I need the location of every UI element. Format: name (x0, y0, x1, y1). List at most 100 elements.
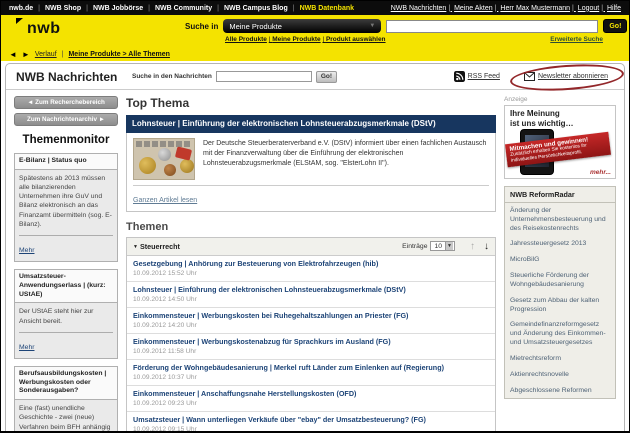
top-link-nwb-shop[interactable]: NWB Shop (33, 5, 81, 12)
news-row-date: 10.09.2012 09:15 Uhr (133, 426, 489, 433)
top-link-nwb-jobboerse[interactable]: NWB Jobbörse (81, 5, 143, 12)
search-scope-links: Alle Produkte Meine Produkte Produkt aus… (225, 36, 386, 43)
global-search-go-button[interactable]: Go! (603, 19, 627, 33)
sort-descending-icon[interactable]: ↓ (484, 241, 489, 252)
search-scope-dropdown[interactable]: Meine Produkte ▼ (223, 19, 381, 33)
nachrichten-header: NWB Nachrichten Suche in den Nachrichten… (6, 64, 624, 90)
box-body: Eine (fast) unendliche Geschichte - zwei… (15, 400, 117, 433)
left-sidebar: ◄ Zum Recherchebereich Zum Nachrichtenar… (14, 96, 118, 433)
reformradar-item[interactable]: Gemeindefinanzreformgesetz und Änderung … (505, 317, 615, 350)
news-row: Gesetzgebung | Anhörung zur Besteuerung … (127, 256, 495, 282)
reformradar-item[interactable]: Änderung der Unternehmensbesteuerung und… (505, 203, 615, 236)
reformradar-item[interactable]: Abgeschlossene Reformen (505, 383, 615, 399)
news-row: Einkommensteuer | Anschaffungsnahe Herst… (127, 386, 495, 412)
scope-link-meine-produkte[interactable]: Meine Produkte (269, 36, 321, 43)
top-article-body: Der Deutsche Steuerberaterverband e.V. (… (133, 138, 489, 180)
news-search-input[interactable] (216, 71, 312, 82)
breadcrumb: ◄ ► Verlauf | Meine Produkte > Alle Them… (1, 48, 629, 61)
top-link-nwb-de[interactable]: nwb.de (9, 5, 33, 12)
chevron-down-icon: ▼ (445, 242, 453, 250)
advertisement-banner[interactable]: Ihre Meinung ist uns wichtig… Mitmachen … (504, 105, 616, 179)
reformradar-item[interactable]: Jahressteuergesetz 2013 (505, 236, 615, 252)
global-search-input[interactable] (386, 20, 598, 33)
news-row-date: 10.09.2012 14:20 Uhr (133, 322, 489, 329)
top-link-nwb-datenbank-active[interactable]: NWB Datenbank (288, 5, 354, 12)
brand-header: nwb Suche in Meine Produkte ▼ Go! Alle P… (1, 15, 629, 48)
reformradar-item[interactable]: Gesetz zum Abbau der kalten Progression (505, 293, 615, 318)
group-label: Steuerrecht (140, 242, 180, 251)
history-forward-icon[interactable]: ► (22, 51, 30, 59)
news-row-title-link[interactable]: Umsatzsteuer | Wann unterliegen Verkäufe… (133, 415, 489, 424)
themenmonitor-box-berufsausbildung: Berufsausbildungskosten | Werbungskosten… (14, 366, 118, 433)
news-row-date: 10.09.2012 11:58 Uhr (133, 348, 489, 355)
themenmonitor-box-ebilanz: E-Bilanz | Status quo Spätestens ab 2013… (14, 153, 118, 262)
news-row-title-link[interactable]: Einkommensteuer | Werbungskostenabzug fü… (133, 337, 489, 346)
news-row-date: 10.09.2012 10:37 Uhr (133, 374, 489, 381)
nwb-logo[interactable]: nwb (27, 20, 61, 38)
news-row-title-link[interactable]: Förderung der Wohngebäudesanierung | Mer… (133, 363, 489, 372)
main-column: Top Thema Lohnsteuer | Einführung der el… (126, 96, 496, 433)
top-article-teaser: Der Deutsche Steuerberaterverband e.V. (… (203, 138, 489, 180)
columns: ◄ Zum Recherchebereich Zum Nachrichtenar… (6, 90, 624, 433)
newsletter-subscribe-link[interactable]: Newsletter abonnieren (524, 72, 608, 81)
news-row-title-link[interactable]: Gesetzgebung | Anhörung zur Besteuerung … (133, 259, 489, 268)
news-row: Umsatzsteuer | Wann unterliegen Verkäufe… (127, 412, 495, 433)
ad-mehr-link[interactable]: mehr... (590, 169, 611, 176)
news-search-label: Suche in den Nachrichten (132, 73, 212, 80)
news-list-header: ▼Steuerrecht Einträge 10 ▼ ↑ ↓ (127, 238, 495, 256)
to-news-archive-button[interactable]: Zum Nachrichtenarchiv ► (14, 113, 118, 126)
news-row: Lohnsteuer | Einführung der elektronisch… (127, 282, 495, 308)
sort-ascending-icon[interactable]: ↑ (470, 241, 475, 252)
top-link-user-account[interactable]: Herr Max Mustermann (493, 5, 570, 12)
breadcrumb-path-link[interactable]: Meine Produkte > Alle Themen (68, 51, 169, 58)
entries-select[interactable]: 10 ▼ (430, 241, 455, 251)
coin-shape (158, 148, 171, 161)
advanced-search-link[interactable]: Erweiterte Suche (550, 36, 603, 43)
right-sidebar: Anzeige Ihre Meinung ist uns wichtig… Mi… (504, 96, 616, 433)
collapse-triangle-icon: ▼ (133, 244, 138, 250)
scope-link-alle-produkte[interactable]: Alle Produkte (225, 36, 267, 43)
scope-link-produkt-auswaehlen[interactable]: Produkt auswählen (322, 36, 385, 43)
reformradar-item[interactable]: Mietrechtsreform (505, 351, 615, 367)
history-back-icon[interactable]: ◄ (9, 51, 17, 59)
reformradar-title: NWB ReformRadar (505, 187, 615, 203)
top-nav-left: nwb.de NWB Shop NWB Jobbörse NWB Communi… (9, 5, 354, 12)
top-thema-heading: Top Thema (126, 96, 496, 110)
entries-value: 10 (434, 243, 442, 250)
news-row-date: 10.09.2012 09:23 Uhr (133, 400, 489, 407)
top-link-meine-akten[interactable]: Meine Akten (446, 5, 492, 12)
page-title: NWB Nachrichten (16, 70, 132, 84)
news-row-date: 10.09.2012 14:50 Uhr (133, 296, 489, 303)
rss-icon (454, 71, 465, 82)
news-row-date: 10.09.2012 15:52 Uhr (133, 270, 489, 277)
top-article-title-bar: Lohnsteuer | Einführung der elektronisch… (126, 115, 496, 133)
rss-feed-link[interactable]: RSS Feed (454, 71, 500, 82)
news-row-title-link[interactable]: Einkommensteuer | Anschaffungsnahe Herst… (133, 389, 489, 398)
top-link-logout[interactable]: Logout (570, 5, 599, 12)
to-research-area-button[interactable]: ◄ Zum Recherchebereich (14, 96, 118, 109)
reformradar-item[interactable]: MicroBilG (505, 252, 615, 268)
reformradar-item[interactable]: Steuerliche Förderung der Wohngebäudesan… (505, 268, 615, 293)
top-link-nwb-community[interactable]: NWB Community (143, 5, 212, 12)
mehr-link[interactable]: Mehr (19, 344, 35, 351)
coin-shape (139, 157, 156, 174)
entries-control: Einträge 10 ▼ ↑ ↓ (402, 241, 489, 252)
ad-title-line2: ist uns wichtig… (510, 119, 610, 129)
breadcrumb-verlauf-link[interactable]: Verlauf (35, 51, 57, 58)
news-row-title-link[interactable]: Einkommensteuer | Werbungskosten bei Ruh… (133, 311, 489, 320)
chevron-down-icon: ▼ (369, 23, 375, 29)
entries-label: Einträge (402, 243, 427, 250)
reformradar-item[interactable]: Aktienrechtsnovelle (505, 367, 615, 383)
group-steuerrecht-toggle[interactable]: ▼Steuerrecht (133, 242, 180, 251)
read-full-article-link[interactable]: Ganzen Artikel lesen (133, 197, 197, 204)
anzeige-label: Anzeige (504, 96, 616, 103)
top-navigation-bar: nwb.de NWB Shop NWB Jobbörse NWB Communi… (1, 1, 629, 15)
news-search-go-button[interactable]: Go! (316, 71, 337, 83)
nwb-portal-page: nwb.de NWB Shop NWB Jobbörse NWB Communi… (0, 0, 630, 433)
search-in-label: Suche in (185, 22, 218, 31)
mehr-link[interactable]: Mehr (19, 247, 35, 254)
top-link-nwb-campus-blog[interactable]: NWB Campus Blog (212, 5, 288, 12)
top-link-nwb-nachrichten[interactable]: NWB Nachrichten (391, 5, 447, 12)
top-link-hilfe[interactable]: Hilfe (599, 5, 621, 12)
news-row-title-link[interactable]: Lohnsteuer | Einführung der elektronisch… (133, 285, 489, 294)
